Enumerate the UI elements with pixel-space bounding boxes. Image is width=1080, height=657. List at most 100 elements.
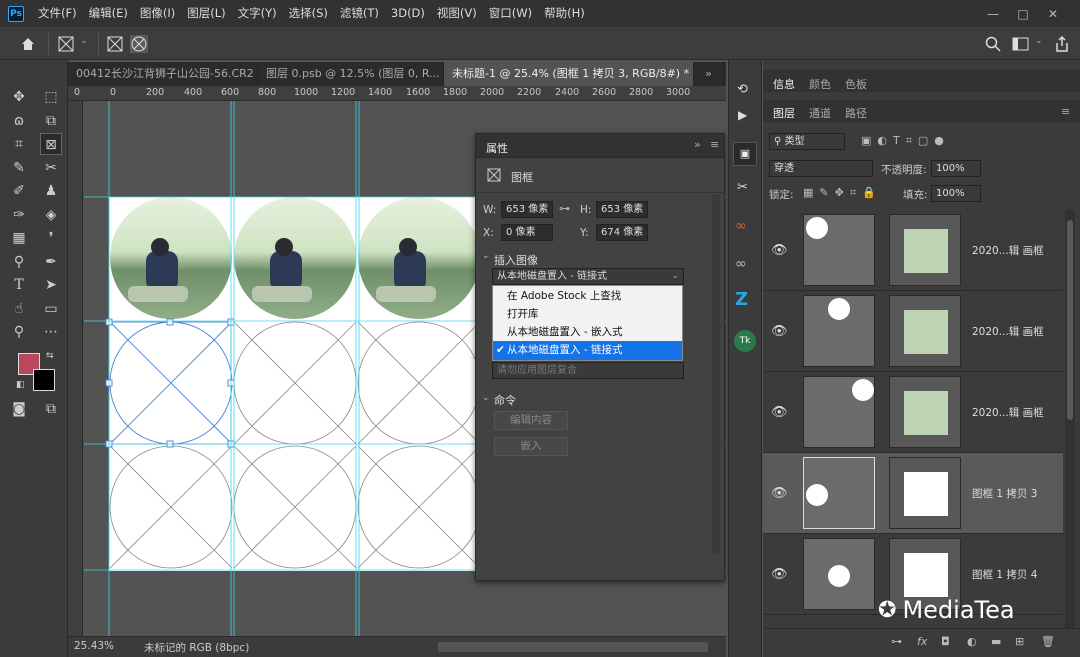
width-field[interactable]: 653 像素 (501, 201, 553, 218)
plugin-oo-icon[interactable]: ∞ (735, 218, 747, 234)
y-field[interactable]: 674 像素 (596, 224, 648, 241)
filter-icons[interactable]: ▣◐T⌗▢● (861, 134, 950, 148)
fx-icon[interactable]: fx (917, 635, 927, 648)
brush-tool-icon[interactable]: ✐ (8, 180, 30, 202)
menu-image[interactable]: 图像(I) (134, 0, 181, 27)
fill-field[interactable]: 100% (931, 185, 981, 202)
eye-icon[interactable]: 👁 (771, 486, 788, 501)
actions-play-icon[interactable]: ▶ (738, 108, 747, 122)
embed-button[interactable]: 嵌入 (494, 437, 568, 456)
blur-tool-icon[interactable]: ❜ (40, 227, 62, 249)
layer-row[interactable]: 👁 2020...辑 画框 (763, 210, 1063, 291)
link-icon[interactable]: ⊶ (891, 635, 902, 648)
tool-presets-icon[interactable]: ✂ (737, 180, 748, 195)
menu-edit[interactable]: 编辑(E) (83, 0, 134, 27)
rectangle-tool-icon[interactable]: ▭ (40, 298, 62, 320)
layer-name[interactable]: 2020...辑 画框 (972, 243, 1044, 258)
menu-filter[interactable]: 滤镜(T) (334, 0, 385, 27)
more-tools-icon[interactable]: ⋯ (40, 321, 62, 343)
trash-icon[interactable]: 🗑 (1041, 635, 1055, 648)
home-icon[interactable] (20, 36, 36, 52)
path-select-icon[interactable]: ➤ (40, 274, 62, 296)
photo-frame-3[interactable] (358, 197, 480, 319)
screen-mode-icon[interactable]: ⧉ (40, 398, 62, 420)
horizontal-scrollbar[interactable] (438, 642, 708, 652)
history-icon[interactable]: ⟲ (737, 82, 748, 97)
photo-frame-1[interactable] (110, 197, 232, 319)
eyedropper-icon[interactable]: ✎ (8, 157, 30, 179)
insert-image-section[interactable]: 插入图像 (494, 252, 538, 268)
plugin-link-icon[interactable]: ∞ (735, 256, 747, 272)
tab-cr2-file[interactable]: 00412长沙江背狮子山公园-56.CR2 (68, 62, 258, 86)
tab-paths[interactable]: 路径 (845, 105, 867, 121)
swap-colors-icon[interactable]: ⇆ (46, 351, 54, 361)
gradient-icon[interactable]: ▦ (8, 227, 30, 249)
menu-help[interactable]: 帮助(H) (538, 0, 591, 27)
adjustment-icon[interactable]: ◐ (967, 635, 977, 648)
move-tool-icon[interactable]: ✥ (8, 86, 30, 108)
chevron-down-icon[interactable]: ⌄ (482, 251, 490, 261)
tab-overflow-icon[interactable]: » (694, 62, 724, 86)
tab-color[interactable]: 颜色 (809, 76, 831, 92)
opacity-field[interactable]: 100% (931, 160, 981, 177)
healing-brush-icon[interactable]: ✂ (40, 157, 62, 179)
tab-swatches[interactable]: 色板 (845, 76, 867, 92)
panel-scrollbar[interactable] (712, 194, 720, 554)
link-icon[interactable]: ⊶ (559, 202, 570, 215)
lasso-tool-icon[interactable]: ɷ (8, 110, 30, 132)
chevron-down-icon[interactable]: ⌄ (482, 393, 490, 403)
plugin-tk-icon[interactable]: Tk (734, 330, 756, 352)
menu-file[interactable]: 文件(F) (32, 0, 83, 27)
panel-collapse-icon[interactable]: » (694, 138, 701, 151)
dropdown-adobe-stock[interactable]: 在 Adobe Stock 上查找 (493, 287, 682, 306)
tab-layer0-psb[interactable]: 图层 0.psb @ 12.5% (图层 0, R...× (258, 62, 444, 86)
layer-row[interactable]: 👁 图框 1 拷贝 3 (763, 453, 1063, 534)
object-select-icon[interactable]: ⧉ (40, 110, 62, 132)
eye-icon[interactable]: 👁 (771, 324, 788, 339)
eye-icon[interactable]: 👁 (771, 243, 788, 258)
dropdown-open-library[interactable]: 打开库 (493, 305, 682, 324)
plugin-z-icon[interactable]: Z (735, 289, 748, 310)
layer-name[interactable]: 图框 1 拷贝 3 (972, 486, 1037, 501)
rect-frame-icon[interactable] (107, 36, 123, 52)
zoom-level[interactable]: 25.43% (74, 640, 114, 652)
layers-scrollbar[interactable] (1065, 210, 1075, 628)
eye-icon[interactable]: 👁 (771, 567, 788, 582)
menu-select[interactable]: 选择(S) (283, 0, 334, 27)
menu-view[interactable]: 视图(V) (431, 0, 483, 27)
layer-filter-select[interactable]: ⚲ 类型 (769, 133, 845, 150)
chevron-down-icon[interactable]: ⌄ (1035, 36, 1043, 46)
quick-mask-icon[interactable]: ◙ (8, 398, 30, 420)
chevron-down-icon[interactable]: ⌄ (80, 36, 88, 46)
minimize-button[interactable]: — (978, 7, 1008, 21)
history-brush-icon[interactable]: ✑ (8, 204, 30, 226)
close-button[interactable]: ✕ (1038, 7, 1068, 21)
search-icon[interactable] (985, 36, 1001, 52)
eye-icon[interactable]: 👁 (771, 405, 788, 420)
lock-icons[interactable]: ▦✎✥⌗🔒 (803, 186, 882, 200)
tab-channels[interactable]: 通道 (809, 105, 831, 121)
dropdown-place-embedded[interactable]: 从本地磁盘置入 - 嵌入式 (493, 323, 682, 342)
type-tool-icon[interactable]: T (8, 274, 30, 296)
tab-untitled-1[interactable]: 未标题-1 @ 25.4% (图框 1 拷贝 3, RGB/8#) *× (444, 62, 694, 86)
folder-icon[interactable]: ▬ (991, 635, 1001, 648)
layer-name[interactable]: 2020...辑 画框 (972, 405, 1044, 420)
frame-tool-icon[interactable]: ⊠ (40, 133, 62, 155)
layer-row[interactable]: 👁 2020...辑 画框 (763, 291, 1063, 372)
workspace-icon[interactable] (1012, 36, 1030, 52)
commands-section[interactable]: 命令 (494, 392, 516, 408)
shape-tool-icon[interactable]: ☝ (8, 298, 30, 320)
insert-image-select[interactable]: 从本地磁盘置入 - 链接式 ⌄ (492, 268, 684, 285)
layer-row[interactable]: 👁 2020...辑 画框 (763, 372, 1063, 453)
menu-window[interactable]: 窗口(W) (483, 0, 538, 27)
layer-name[interactable]: 2020...辑 画框 (972, 324, 1044, 339)
panel-menu-icon[interactable]: ≡ (710, 138, 719, 151)
background-color-swatch[interactable] (33, 369, 55, 391)
panel-menu-icon[interactable]: ≡ (1061, 105, 1070, 118)
x-field[interactable]: 0 像素 (501, 224, 553, 241)
layer-name[interactable]: 图框 1 拷贝 4 (972, 567, 1037, 582)
edit-contents-button[interactable]: 编辑内容 (494, 411, 568, 430)
layer-comp-select[interactable]: 请勿应用图层复合 (492, 362, 684, 379)
default-colors-icon[interactable]: ◧ (16, 380, 25, 390)
maximize-button[interactable]: □ (1008, 7, 1038, 21)
